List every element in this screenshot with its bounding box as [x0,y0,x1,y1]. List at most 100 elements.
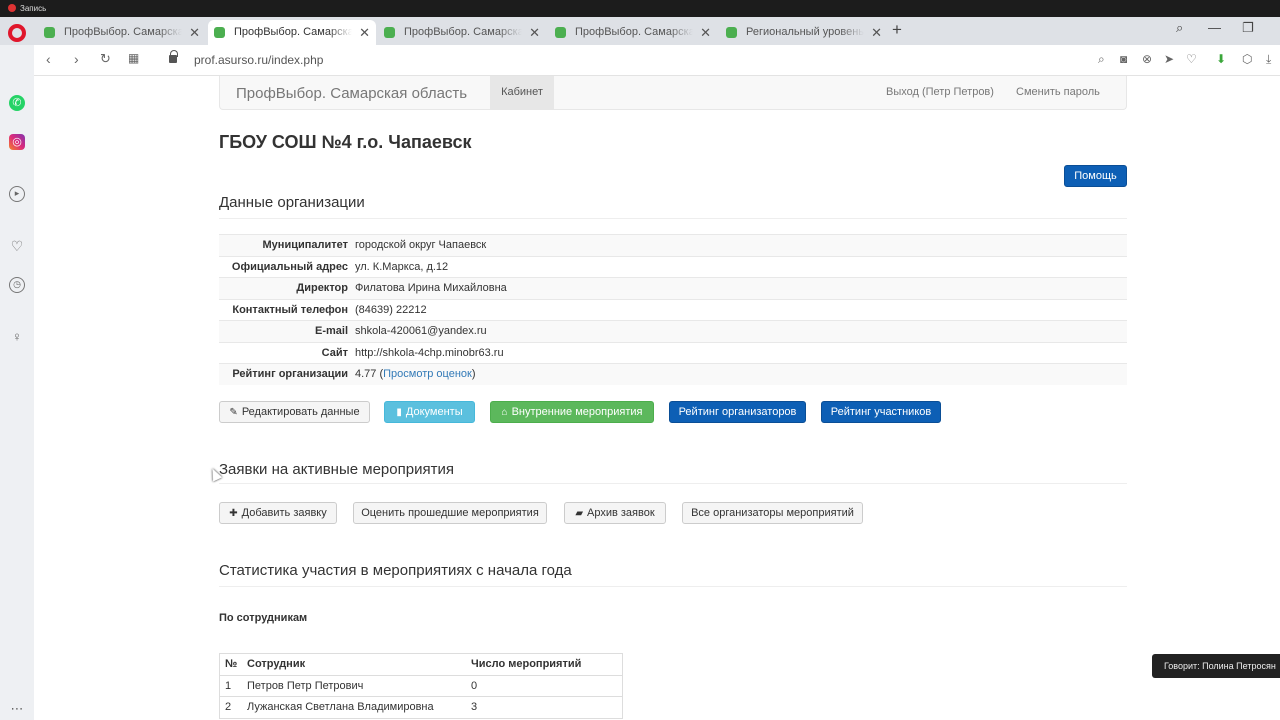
add-request-label: Добавить заявку [241,507,327,519]
info-row: Сайт http://shkola-4chp.minobr63.ru [219,341,1127,364]
heart-icon[interactable]: ♡ [1186,52,1197,66]
search-tabs-icon[interactable]: ⌕ [1176,20,1183,36]
table-row: 1 Петров Петр Петрович 0 [220,676,622,697]
table-row: 2 Лужанская Светлана Владимировна 3 [220,697,622,719]
browser-tab-active[interactable]: ПрофВыбор. Самарская о ✕ [208,20,376,45]
instagram-icon[interactable]: ◎ [9,134,25,150]
site-favicon-icon [44,27,55,38]
more-icon[interactable]: ⋯ [9,701,25,717]
page-title: ГБОУ СОШ №4 г.о. Чапаевск [219,132,472,152]
speaker-toast: Говорит: Полина Петросян [1152,654,1280,678]
organizers-rating-button[interactable]: Рейтинг организаторов [669,401,806,423]
info-value: ул. К.Маркса, д.12 [355,260,449,273]
browser-tab[interactable]: ПрофВыбор. Самарская о ✕ [549,20,717,45]
stats-heading: Статистика участия в мероприятиях с нача… [219,562,572,579]
url-field[interactable]: prof.asurso.ru/index.php [194,53,323,67]
logout-link[interactable]: Выход (Петр Петров) [886,76,994,109]
participants-rating-button[interactable]: Рейтинг участников [821,401,941,423]
file-icon: ▮ [396,407,402,418]
zoom-icon[interactable]: ⌕ [1098,52,1105,67]
edit-data-button[interactable]: ✎ Редактировать данные [219,401,370,423]
add-request-button[interactable]: ✚ Добавить заявку [219,502,337,524]
info-row: E-mail shkola-420061@yandex.ru [219,320,1127,342]
folder-icon: ▰ [575,508,584,519]
info-label: Контактный телефон [232,303,348,316]
internal-events-button[interactable]: ⌂ Внутренние мероприятия [490,401,654,423]
info-row: Рейтинг организации 4.77 (Просмотр оцено… [219,363,1127,385]
stats-subheading: По сотрудникам [219,612,308,624]
close-tab-icon[interactable]: ✕ [529,20,540,45]
info-label: Сайт [321,346,348,359]
row-events: 3 [471,701,478,713]
divider [219,586,1127,587]
archive-label: Архив заявок [587,507,655,519]
view-ratings-link[interactable]: Просмотр оценок [383,368,472,380]
rating-suffix: ) [471,368,476,380]
org-info-table: Муниципалитет городской округ Чапаевск О… [219,234,1127,385]
browser-tab[interactable]: Региональный уровень ✕ [720,20,888,45]
col-number-header: № [225,658,238,670]
opera-sidebar: ✆ ◎ ▸ ♡ ◷ ♀ ⋯ [0,45,34,720]
col-events-header: Число мероприятий [471,658,582,670]
rating-value: 4.77 ( [355,368,384,380]
history-clock-icon[interactable]: ◷ [9,277,25,293]
row-employee: Лужанская Светлана Владимировна [247,701,434,713]
new-tab-button[interactable]: + [892,20,902,40]
minimize-icon[interactable]: — [1208,20,1221,35]
lock-icon [169,50,178,63]
tips-bulb-icon[interactable]: ♀ [9,329,25,345]
player-icon[interactable]: ▸ [9,186,25,202]
downloads-icon[interactable]: ⤓ [1266,52,1271,67]
reload-icon[interactable]: ↻ [100,51,111,67]
adblock-icon[interactable]: ⊗ [1142,52,1152,66]
help-button[interactable]: Помощь [1064,165,1127,187]
nav-cabinet[interactable]: Кабинет [490,76,554,109]
requests-heading: Заявки на активные мероприятия [219,461,454,478]
camera-icon[interactable]: ◙ [1120,52,1127,66]
forward-icon[interactable]: › [74,51,79,67]
maximize-icon[interactable]: ❐ [1242,20,1254,36]
info-label: Директор [296,282,348,294]
recording-label: Запись [20,4,47,13]
send-icon[interactable]: ➤ [1164,52,1174,66]
cube-icon[interactable]: ⬡ [1242,52,1252,66]
site-favicon-icon [214,27,225,38]
download-icon[interactable]: ⬇ [1216,52,1226,66]
info-row: Официальный адрес ул. К.Маркса, д.12 [219,255,1127,278]
info-value: http://shkola-4chp.minobr63.ru [355,346,504,359]
site-navbar: ПрофВыбор. Самарская область Кабинет Вых… [219,76,1127,110]
tab-title: ПрофВыбор. Самарская о [575,26,693,38]
opera-logo-icon[interactable] [8,24,26,42]
documents-button[interactable]: ▮ Документы [384,401,475,423]
close-tab-icon[interactable]: ✕ [359,20,370,45]
close-tab-icon[interactable]: ✕ [871,20,882,45]
speed-dial-icon[interactable]: ▦ [128,51,139,65]
archive-button[interactable]: ▰ Архив заявок [564,502,666,524]
change-password-link[interactable]: Сменить пароль [1016,76,1100,109]
home-icon: ⌂ [501,407,508,418]
row-events: 0 [471,679,478,692]
all-organizers-button[interactable]: Все организаторы мероприятий [682,502,863,524]
back-icon[interactable]: ‹ [46,51,51,67]
tab-strip: ПрофВыбор. Самарская о ✕ ПрофВыбор. Сама… [0,17,1280,45]
site-brand[interactable]: ПрофВыбор. Самарская область [236,85,467,102]
org-data-heading: Данные организации [219,194,365,211]
close-tab-icon[interactable]: ✕ [700,20,711,45]
record-icon [8,4,16,12]
internal-events-label: Внутренние мероприятия [511,406,643,418]
info-label: Муниципалитет [262,239,348,251]
table-header: № Сотрудник Число мероприятий [220,654,622,676]
whatsapp-icon[interactable]: ✆ [9,95,25,111]
edit-data-label: Редактировать данные [241,406,360,418]
info-label: Официальный адрес [231,260,348,273]
evaluate-events-button[interactable]: Оценить прошедшие мероприятия [353,502,547,524]
documents-label: Документы [405,406,463,418]
info-row: Директор Филатова Ирина Михайловна [219,277,1127,299]
close-tab-icon[interactable]: ✕ [189,20,200,45]
site-favicon-icon [726,27,737,38]
info-value: (84639) 22212 [355,303,427,316]
bookmarks-heart-icon[interactable]: ♡ [9,238,25,254]
browser-tab[interactable]: ПрофВыбор. Самарская о ✕ [38,20,206,45]
browser-tab[interactable]: ПрофВыбор. Самарская о ✕ [378,20,546,45]
info-row: Муниципалитет городской округ Чапаевск [219,234,1127,256]
